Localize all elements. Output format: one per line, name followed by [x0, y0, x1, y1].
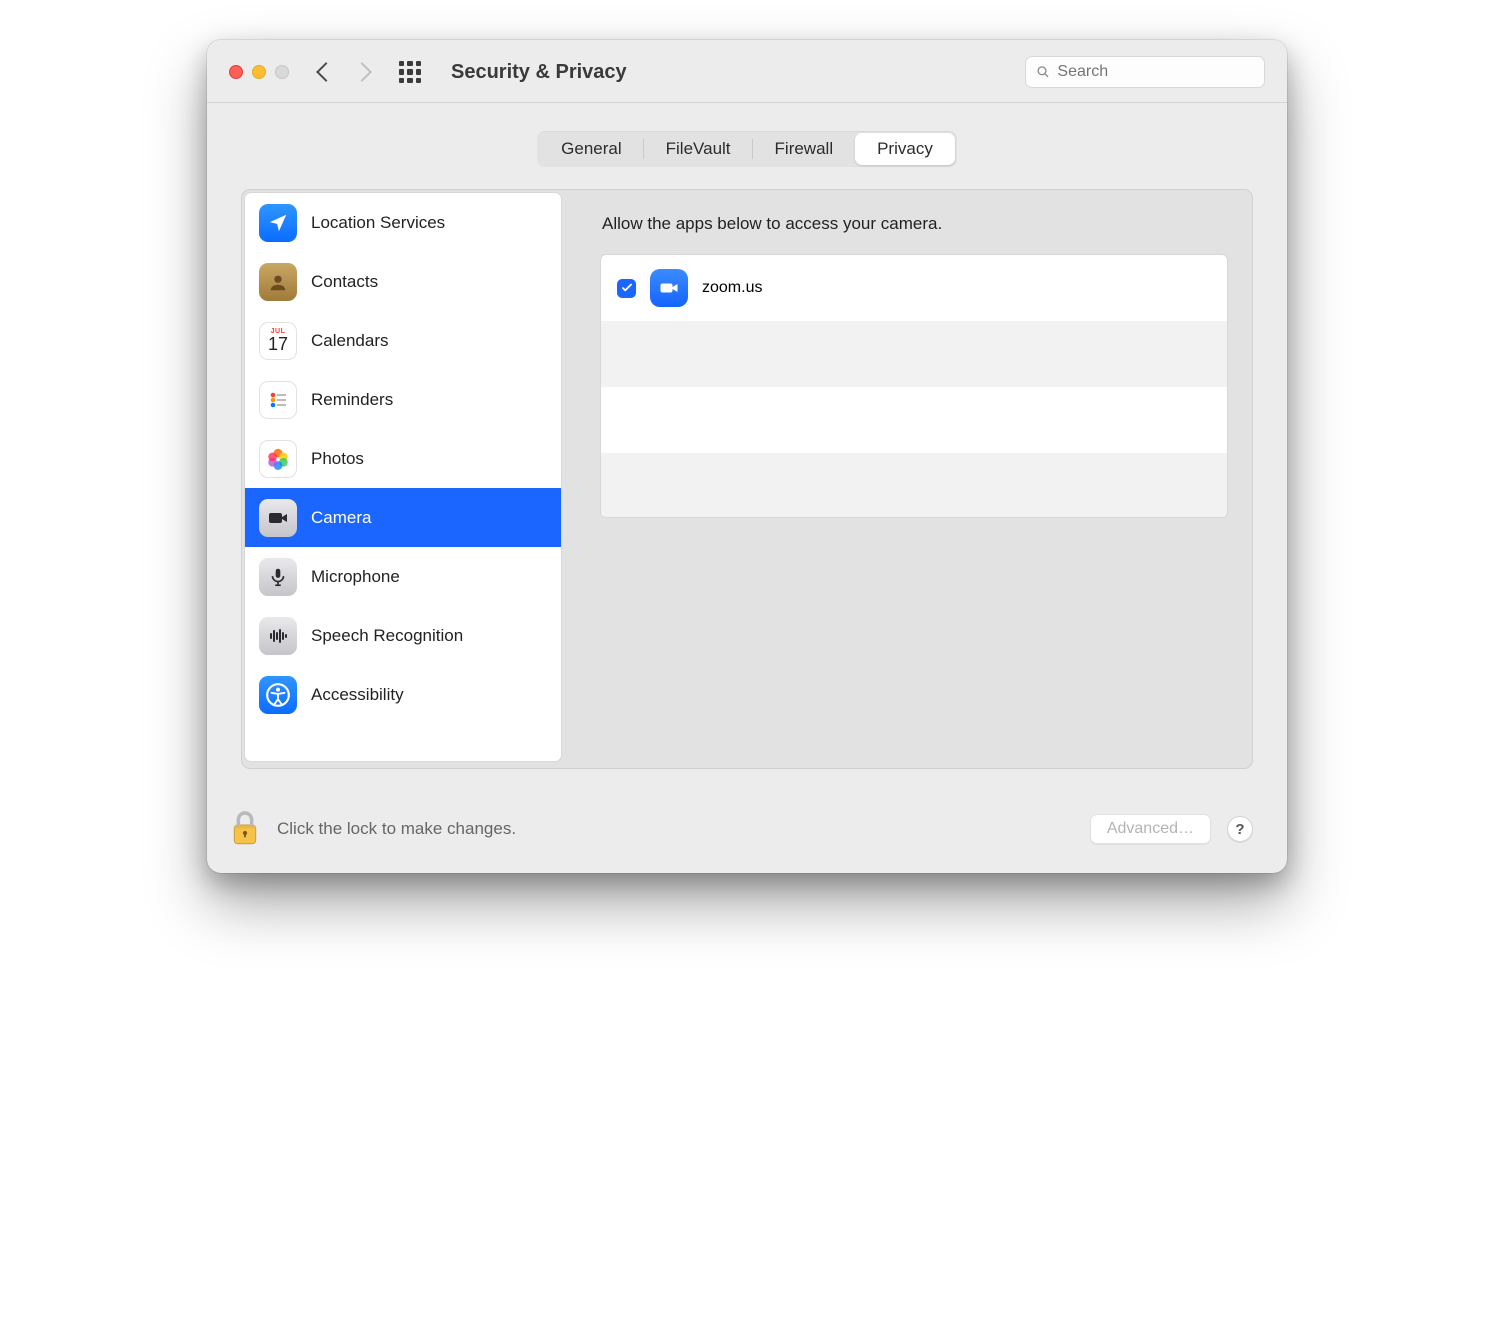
- minimize-window-button[interactable]: [252, 65, 266, 79]
- app-row: zoom.us: [601, 255, 1227, 321]
- app-name: zoom.us: [702, 279, 762, 297]
- close-window-button[interactable]: [229, 65, 243, 79]
- sidebar-item-location-services[interactable]: Location Services: [245, 193, 561, 252]
- nav-arrows: [319, 65, 369, 79]
- sidebar-item-label: Photos: [311, 449, 364, 469]
- lock-button[interactable]: [229, 809, 261, 849]
- camera-icon: [259, 499, 297, 537]
- app-row-empty: [601, 453, 1227, 518]
- window-title: Security & Privacy: [451, 61, 627, 84]
- tab-privacy[interactable]: Privacy: [855, 133, 955, 165]
- tab-bar: General FileVault Firewall Privacy: [537, 131, 957, 167]
- sidebar-item-label: Microphone: [311, 567, 400, 587]
- contacts-icon: [259, 263, 297, 301]
- calendar-icon: JUL 17: [259, 322, 297, 360]
- lock-label: Click the lock to make changes.: [277, 819, 516, 839]
- sidebar-item-label: Camera: [311, 508, 371, 528]
- preferences-window: Security & Privacy General FileVault Fir…: [207, 40, 1287, 873]
- help-button[interactable]: ?: [1227, 816, 1253, 842]
- sidebar-item-label: Speech Recognition: [311, 626, 463, 646]
- photos-icon: [259, 440, 297, 478]
- sidebar-item-microphone[interactable]: Microphone: [245, 547, 561, 606]
- sidebar-item-label: Contacts: [311, 272, 378, 292]
- search-input[interactable]: [1057, 63, 1254, 81]
- content-heading: Allow the apps below to access your came…: [600, 214, 1228, 234]
- sidebar-item-reminders[interactable]: Reminders: [245, 370, 561, 429]
- privacy-category-sidebar: Location Services Contacts JUL 17 Calend…: [244, 192, 562, 762]
- app-row-empty: [601, 387, 1227, 453]
- search-icon: [1036, 64, 1050, 80]
- tab-general[interactable]: General: [539, 133, 643, 165]
- forward-button[interactable]: [352, 62, 372, 82]
- sidebar-item-label: Accessibility: [311, 685, 404, 705]
- reminders-icon: [259, 381, 297, 419]
- tab-firewall[interactable]: Firewall: [753, 133, 856, 165]
- advanced-button[interactable]: Advanced…: [1090, 814, 1211, 844]
- accessibility-icon: [259, 676, 297, 714]
- apps-list: zoom.us: [600, 254, 1228, 518]
- location-icon: [259, 204, 297, 242]
- sidebar-item-label: Calendars: [311, 331, 389, 351]
- sidebar-item-label: Location Services: [311, 213, 445, 233]
- app-permission-checkbox[interactable]: [617, 279, 636, 298]
- titlebar: Security & Privacy: [207, 40, 1287, 103]
- show-all-button[interactable]: [399, 61, 421, 83]
- sidebar-item-accessibility[interactable]: Accessibility: [245, 665, 561, 724]
- speech-icon: [259, 617, 297, 655]
- back-button[interactable]: [316, 62, 336, 82]
- zoom-window-button[interactable]: [275, 65, 289, 79]
- microphone-icon: [259, 558, 297, 596]
- sidebar-item-calendars[interactable]: JUL 17 Calendars: [245, 311, 561, 370]
- search-field[interactable]: [1025, 56, 1265, 88]
- tab-filevault[interactable]: FileVault: [644, 133, 753, 165]
- content-panels: Location Services Contacts JUL 17 Calend…: [241, 189, 1253, 769]
- footer: Click the lock to make changes. Advanced…: [207, 793, 1287, 873]
- sidebar-item-photos[interactable]: Photos: [245, 429, 561, 488]
- sidebar-item-contacts[interactable]: Contacts: [245, 252, 561, 311]
- zoom-app-icon: [650, 269, 688, 307]
- window-controls: [229, 65, 289, 79]
- app-row-empty: [601, 321, 1227, 387]
- lock-icon: [229, 809, 261, 849]
- sidebar-item-camera[interactable]: Camera: [245, 488, 561, 547]
- content-panel: Allow the apps below to access your came…: [578, 192, 1250, 766]
- sidebar-item-speech-recognition[interactable]: Speech Recognition: [245, 606, 561, 665]
- sidebar-item-label: Reminders: [311, 390, 393, 410]
